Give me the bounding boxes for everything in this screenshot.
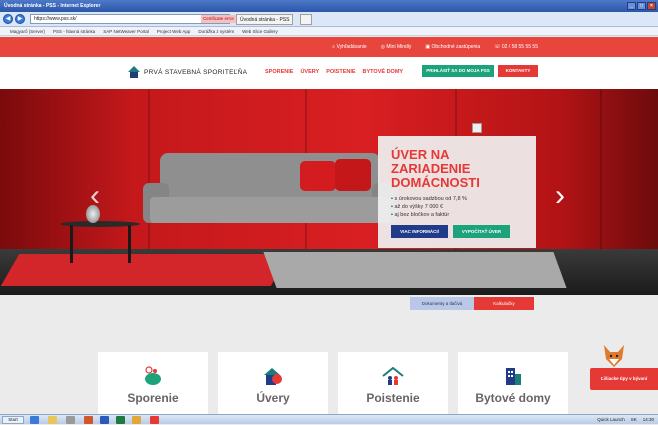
favorite-link[interactable]: PSS - hlavná stránka	[53, 27, 95, 35]
more-info-button[interactable]: VIAC INFORMÁCIÍ	[391, 225, 448, 238]
favorite-link[interactable]: Web Slice Gallery	[242, 27, 278, 35]
nav-item-sporenie[interactable]: SPORENIE	[265, 69, 293, 75]
folder-taskbar-icon[interactable]	[48, 416, 57, 424]
browser-tab-label: Úvodná stránka - PSS	[240, 17, 290, 23]
window-title: Úvodná stránka - PSS - Internet Explorer	[4, 3, 101, 9]
minimize-button[interactable]: _	[627, 2, 636, 10]
calculate-loan-button[interactable]: VYPOČÍTAŤ ÚVER	[453, 225, 510, 238]
fox-mascot-icon	[604, 345, 624, 367]
piggy-bank-icon	[145, 366, 161, 385]
topbar-mindly[interactable]: ◎ Mini Mindly	[381, 44, 412, 50]
chrome-taskbar-icon[interactable]	[150, 416, 159, 424]
promo-bullets: s úrokovou sadzbou od 7,8 % až do výšky …	[391, 195, 524, 219]
ie-taskbar-icon[interactable]	[30, 416, 39, 424]
favorite-link[interactable]: SAP NetWeaver Portal	[103, 27, 149, 35]
app-taskbar-icon[interactable]	[66, 416, 75, 424]
light-switch-image	[472, 123, 482, 133]
certificate-error-badge[interactable]: Certificate error	[201, 15, 241, 23]
site-topbar: ⌕ Vyhľadávanie ◎ Mini Mindly ▣ Obchodné …	[0, 37, 658, 57]
favorite-link[interactable]: Project Web App	[157, 27, 190, 35]
main-nav: SPORENIE ÚVERY POISTENIE BYTOVÉ DOMY	[265, 69, 403, 75]
carousel-next-icon[interactable]: ›	[555, 181, 573, 211]
promo-title: ÚVER NA ZARIADENIE DOMÁCNOSTI	[391, 147, 480, 190]
favorite-link[interactable]: Dorážka z systém	[198, 27, 234, 35]
contacts-button[interactable]: KONTAKTY	[498, 65, 538, 77]
card-sporenie[interactable]: Sporenie	[98, 352, 208, 414]
topbar-search[interactable]: ⌕ Vyhľadávanie	[332, 44, 366, 50]
topbar-branches[interactable]: ▣ Obchodné zastúpenia	[425, 44, 480, 50]
tab-documents[interactable]: Dokumenty a tlačivá	[410, 297, 474, 310]
promo-box: ÚVER NA ZARIADENIE DOMÁCNOSTI s úrokovou…	[378, 136, 536, 248]
logo[interactable]: PRVÁ STAVEBNÁ SPORITEĽŇA	[128, 66, 247, 78]
browser-tab[interactable]: Úvodná stránka - PSS	[236, 14, 294, 25]
address-input[interactable]: https://www.pss.sk/ Certificate error	[30, 14, 241, 24]
start-button[interactable]: Start	[2, 416, 24, 424]
building-icon	[506, 368, 521, 385]
forward-button[interactable]: ▶	[15, 14, 25, 24]
nav-item-poistenie[interactable]: POISTENIE	[326, 69, 355, 75]
promo-bullet: s úrokovou sadzbou od 7,8 %	[391, 195, 524, 203]
family-house-icon	[382, 366, 404, 385]
maximize-button[interactable]: □	[637, 2, 646, 10]
close-button[interactable]: ×	[647, 2, 656, 10]
address-text: https://www.pss.sk/	[34, 16, 77, 22]
card-label: Poistenie	[366, 391, 420, 405]
powerpoint-taskbar-icon[interactable]	[84, 416, 93, 424]
topbar-branches-label: Obchodné zastúpenia	[431, 44, 481, 50]
nav-item-uvery[interactable]: ÚVERY	[300, 69, 319, 75]
card-label: Bytové domy	[475, 391, 551, 405]
excel-taskbar-icon[interactable]	[116, 416, 125, 424]
tab-calculators[interactable]: Kalkulačky	[474, 297, 534, 310]
login-button[interactable]: PRIHLÁSIŤ SA DO MOJA PSS	[422, 65, 494, 77]
window-titlebar: Úvodná stránka - PSS - Internet Explorer…	[0, 0, 658, 12]
outlook-taskbar-icon[interactable]	[132, 416, 141, 424]
topbar-phone-label: 02 / 58 55 55 55	[501, 44, 538, 50]
logo-text: PRVÁ STAVEBNÁ SPORITEĽŇA	[144, 68, 248, 76]
window-controls: _ □ ×	[627, 2, 656, 10]
help-tips-button[interactable]: Ľišiacke tipy v bývaní	[590, 368, 658, 390]
address-bar-row: ◀ ▶ https://www.pss.sk/ Certificate erro…	[0, 12, 658, 27]
nav-item-bytove-domy[interactable]: BYTOVÉ DOMY	[363, 69, 404, 75]
card-poistenie[interactable]: Poistenie	[338, 352, 448, 414]
card-label: Sporenie	[127, 391, 179, 405]
windows-taskbar: Start Quick Launch SK 14:30	[0, 414, 658, 424]
back-button[interactable]: ◀	[3, 14, 13, 24]
topbar-mindly-label: Mini Mindly	[386, 44, 412, 50]
favorite-link[interactable]: Magyarő (Server)	[10, 27, 45, 35]
favorites-bar: Magyarő (Server) PSS - hlavná stránka SA…	[0, 27, 658, 36]
topbar-search-label: Vyhľadávanie	[336, 44, 367, 50]
word-taskbar-icon[interactable]	[100, 416, 109, 424]
house-coin-icon	[264, 368, 282, 385]
card-label: Úvery	[256, 391, 290, 405]
site-header: PRVÁ STAVEBNÁ SPORITEĽŇA SPORENIE ÚVERY …	[0, 57, 658, 89]
card-bytove-domy[interactable]: Bytové domy	[458, 352, 568, 414]
house-logo-icon	[128, 66, 140, 78]
hero-banner: ‹ › ÚVER NA ZARIADENIE DOMÁCNOSTI s úrok…	[0, 89, 658, 295]
card-uvery[interactable]: Úvery	[218, 352, 328, 414]
promo-bullet: až do výšky 7 000 €	[391, 203, 524, 211]
promo-bullet: aj bez bločkov a faktúr	[391, 211, 524, 219]
new-tab-button[interactable]	[300, 14, 312, 25]
topbar-phone[interactable]: ☏ 02 / 58 55 55 55	[494, 44, 538, 50]
carousel-prev-icon[interactable]: ‹	[90, 181, 108, 211]
